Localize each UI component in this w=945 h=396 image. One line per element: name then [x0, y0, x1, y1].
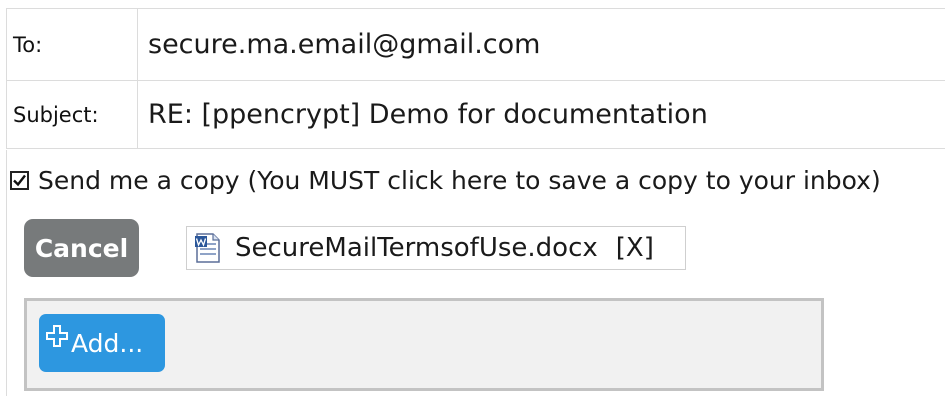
to-label: To: [7, 9, 138, 80]
attachment-item: SecureMailTermsofUse.docx [X] [186, 226, 686, 270]
add-attachment-button[interactable]: Add... [39, 314, 165, 372]
attachment-upload-area[interactable]: Add... [24, 298, 824, 391]
cancel-button[interactable]: Cancel [24, 219, 139, 277]
send-copy-checkbox[interactable] [10, 170, 29, 190]
word-document-icon [195, 233, 220, 263]
remove-attachment-link[interactable]: [X] [616, 233, 654, 263]
form-left-border [6, 150, 7, 396]
compose-form: To: secure.ma.email@gmail.com Subject: R… [0, 0, 945, 396]
to-field[interactable]: secure.ma.email@gmail.com [138, 9, 945, 80]
attachment-file-name: SecureMailTermsofUse.docx [235, 233, 598, 263]
subject-label: Subject: [7, 81, 138, 148]
add-button-label: Add... [71, 328, 144, 358]
subject-row: Subject: RE: [ppencrypt] Demo for docume… [6, 80, 945, 149]
checkmark-icon [13, 174, 26, 186]
send-copy-label: Send me a copy (You MUST click here to s… [38, 165, 881, 195]
plus-icon [46, 325, 68, 347]
subject-field[interactable]: RE: [ppencrypt] Demo for documentation [138, 81, 945, 148]
send-copy-option[interactable]: Send me a copy (You MUST click here to s… [10, 160, 881, 200]
to-row: To: secure.ma.email@gmail.com [6, 8, 945, 81]
